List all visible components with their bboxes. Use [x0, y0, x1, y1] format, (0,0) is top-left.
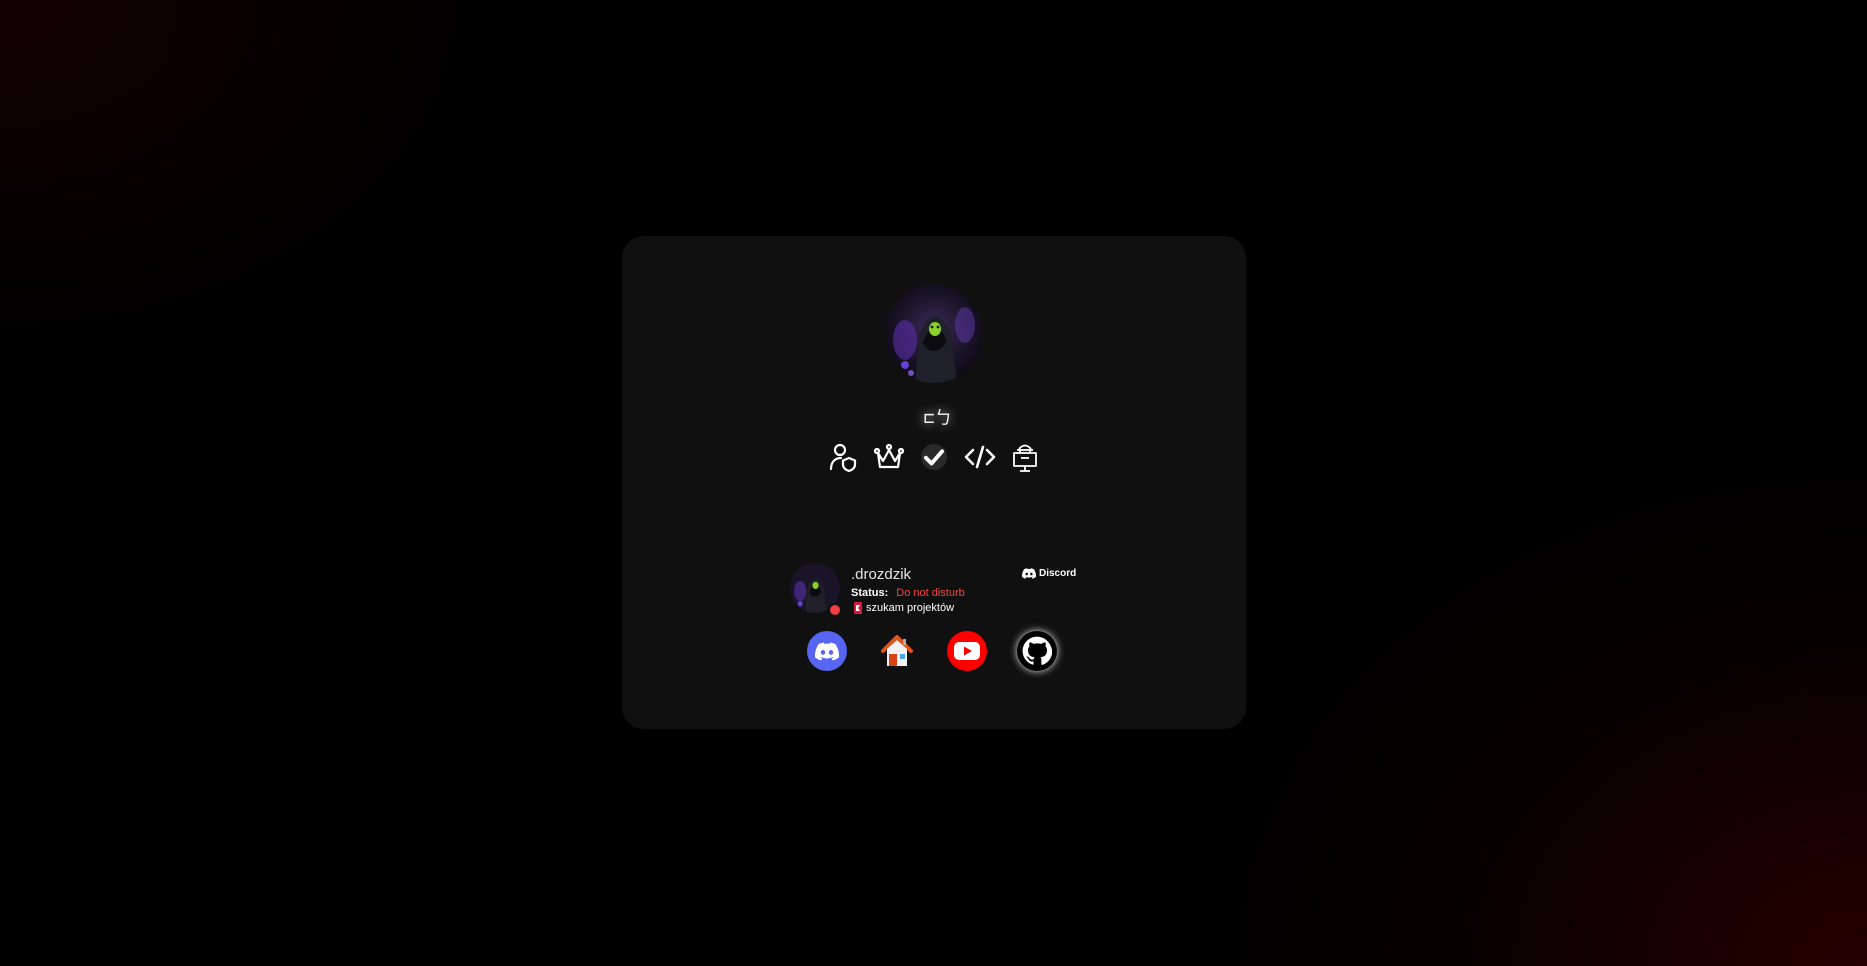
hacker-desk-icon [1009, 441, 1041, 473]
profile-username: ⊏ㄅ [923, 408, 953, 429]
profile-avatar [885, 285, 983, 383]
discord-brand: Discord [1022, 566, 1076, 580]
discord-brand-label: Discord [1039, 567, 1077, 579]
verified-check-badge [918, 441, 950, 473]
user-shield-icon [827, 441, 859, 473]
status-value: Do not disturb [896, 587, 965, 599]
custom-status: szukam projektów [853, 602, 954, 614]
github-icon [1022, 636, 1052, 665]
discord-link[interactable] [807, 631, 847, 671]
home-link[interactable] [877, 631, 917, 671]
code-icon [964, 441, 996, 473]
social-links [807, 631, 1057, 673]
verified-check-icon [921, 444, 947, 470]
status-label: Status: [851, 587, 889, 599]
activity-text: szukam projektów [866, 602, 955, 614]
dnd-status-dot [828, 603, 842, 617]
house-icon [881, 635, 913, 666]
discord-logo-icon [1022, 567, 1036, 579]
presence-username: .drozdzik [851, 566, 912, 583]
github-link[interactable] [1017, 631, 1057, 671]
activity-emoji-icon [853, 602, 863, 614]
crown-icon [873, 441, 905, 473]
profile-card: ⊏ㄅ .drozdzik Status: Do not disturb szuk… [622, 236, 1246, 729]
youtube-icon [954, 642, 980, 660]
discord-icon [815, 642, 839, 660]
status-row: Status: Do not disturb [851, 587, 965, 599]
badge-row [827, 439, 1041, 475]
youtube-link[interactable] [947, 631, 987, 671]
